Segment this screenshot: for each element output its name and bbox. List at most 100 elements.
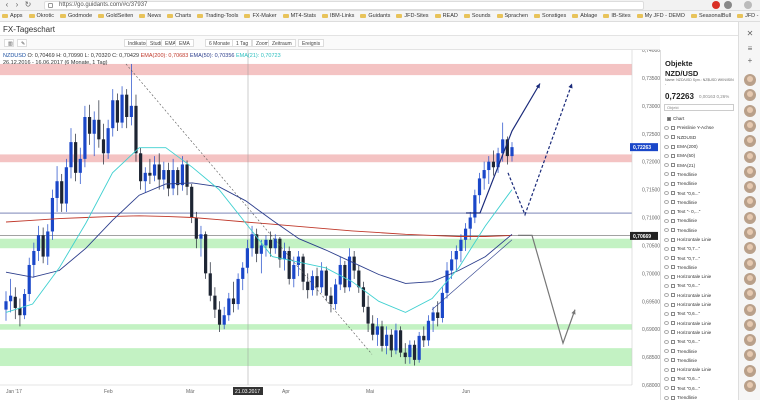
visibility-icon[interactable]: [664, 330, 669, 335]
objects-search-input[interactable]: Objekt: [664, 104, 734, 111]
object-row[interactable]: Text "0,6...": [661, 309, 737, 318]
object-row[interactable]: Trendlinie: [661, 346, 737, 355]
bookmark-item[interactable]: IBM-Links: [321, 13, 354, 19]
checkbox[interactable]: [671, 274, 675, 279]
visibility-icon[interactable]: [664, 163, 669, 168]
bookmark-item[interactable]: MT4-Stats: [282, 13, 316, 19]
visibility-icon[interactable]: [664, 321, 669, 326]
user-avatar[interactable]: [744, 242, 756, 255]
checkbox[interactable]: [671, 395, 675, 400]
checkbox[interactable]: [671, 349, 675, 354]
chart-type-icon[interactable]: ▥: [4, 39, 14, 47]
object-row[interactable]: Horizontale Linie: [661, 365, 737, 374]
visibility-icon[interactable]: [664, 274, 669, 279]
visibility-icon[interactable]: [664, 358, 669, 363]
object-row[interactable]: Trendlinie: [661, 198, 737, 207]
user-avatar[interactable]: [744, 119, 756, 132]
menu-icon[interactable]: [744, 1, 752, 9]
visibility-icon[interactable]: [664, 386, 669, 391]
toolbar-item[interactable]: EMA: [175, 39, 194, 47]
visibility-icon[interactable]: [664, 218, 669, 223]
object-row[interactable]: Horizontale Linie: [661, 235, 737, 244]
chart-area[interactable]: 0,74000 0,73500 0,73000 0,72500 0,72000 0,715…: [0, 50, 660, 400]
object-row[interactable]: Text "- 0,...": [661, 207, 737, 216]
visibility-icon[interactable]: [664, 265, 669, 270]
user-avatar[interactable]: [744, 211, 756, 224]
bookmark-item[interactable]: Apps: [2, 13, 23, 19]
visibility-icon[interactable]: [664, 172, 669, 177]
checkbox[interactable]: [671, 283, 675, 288]
toolbar-item[interactable]: Ereignis: [298, 39, 325, 47]
bookmark-item[interactable]: FX-Maker: [244, 13, 277, 19]
checkbox[interactable]: [671, 302, 675, 307]
visibility-icon[interactable]: [664, 237, 669, 242]
object-row[interactable]: Chart: [661, 114, 737, 123]
checkbox[interactable]: [671, 191, 675, 196]
bookmark-item[interactable]: Charts: [167, 13, 191, 19]
checkbox[interactable]: [671, 181, 675, 186]
bookmark-item[interactable]: Guidants: [360, 13, 390, 19]
user-avatar[interactable]: [744, 380, 756, 392]
user-avatar[interactable]: [744, 257, 756, 270]
user-avatar[interactable]: [744, 165, 756, 178]
checkbox[interactable]: [671, 237, 675, 242]
user-avatar[interactable]: [744, 196, 756, 209]
object-row[interactable]: EMA(50): [661, 151, 737, 160]
bookmark-item[interactable]: GoldSeiten: [98, 13, 133, 19]
user-avatar[interactable]: [744, 272, 756, 285]
user-avatar[interactable]: [744, 364, 756, 377]
visibility-icon[interactable]: [664, 181, 669, 186]
object-row[interactable]: Text "0,6...": [661, 281, 737, 290]
object-row[interactable]: Text "0,6...": [661, 337, 737, 346]
checkbox[interactable]: [671, 153, 675, 158]
bookmark-item[interactable]: SeasonalBull: [690, 13, 731, 19]
user-avatar[interactable]: [744, 334, 756, 347]
bookmark-item[interactable]: IB-Sites: [603, 13, 631, 19]
toolbar-item[interactable]: 6 Monate: [205, 39, 234, 47]
visibility-icon[interactable]: [664, 349, 669, 354]
object-row[interactable]: Text "0,6...": [661, 374, 737, 383]
bookmark-item[interactable]: Godmode: [59, 13, 92, 19]
user-avatar[interactable]: [744, 150, 756, 163]
checkbox[interactable]: [671, 218, 675, 223]
object-row[interactable]: Text "0,7...": [661, 244, 737, 253]
visibility-icon[interactable]: [664, 256, 669, 261]
checkbox[interactable]: [671, 256, 675, 261]
user-avatar[interactable]: [744, 104, 756, 117]
bookmark-item[interactable]: READ: [434, 13, 458, 19]
checkbox[interactable]: [671, 172, 675, 177]
user-avatar[interactable]: [744, 227, 756, 239]
checkbox[interactable]: [671, 228, 675, 233]
object-row[interactable]: Trendlinie: [661, 170, 737, 179]
bookmark-item[interactable]: My JFD - DEMO: [636, 13, 685, 19]
checkbox[interactable]: [671, 163, 675, 168]
menu-icon[interactable]: ≡: [744, 44, 756, 54]
toolbar-item[interactable]: Zeitraum: [268, 39, 296, 47]
forward-icon[interactable]: ›: [13, 1, 21, 9]
checkbox[interactable]: [671, 265, 675, 270]
object-row[interactable]: Text "0,7...": [661, 253, 737, 262]
checkbox[interactable]: [671, 311, 675, 316]
visibility-icon[interactable]: [664, 153, 669, 158]
object-row[interactable]: Text "0,6...": [661, 188, 737, 197]
checkbox[interactable]: [671, 339, 675, 344]
visibility-icon[interactable]: [664, 283, 669, 288]
bookmark-item[interactable]: Sprachen: [496, 13, 528, 19]
object-row[interactable]: Trendlinie: [661, 393, 737, 400]
object-row[interactable]: Horizontale Linie: [661, 328, 737, 337]
object-row[interactable]: Horizontale Linie: [661, 300, 737, 309]
user-avatar[interactable]: [744, 303, 756, 316]
price-chart[interactable]: 0,74000 0,73500 0,73000 0,72500 0,72000 0,715…: [0, 50, 660, 400]
object-row[interactable]: Horizontale Linie: [661, 272, 737, 281]
visibility-icon[interactable]: [664, 293, 669, 298]
checkbox[interactable]: [671, 358, 675, 363]
object-row[interactable]: Trendlinie: [661, 226, 737, 235]
object-row[interactable]: Trendlinie: [661, 216, 737, 225]
object-row[interactable]: NZDUSD: [661, 133, 737, 142]
user-avatar[interactable]: [744, 288, 756, 301]
user-avatar[interactable]: [744, 135, 756, 148]
visibility-icon[interactable]: [664, 135, 669, 140]
visibility-icon[interactable]: [664, 367, 669, 372]
checkbox[interactable]: [671, 330, 675, 335]
visibility-icon[interactable]: [664, 339, 669, 344]
